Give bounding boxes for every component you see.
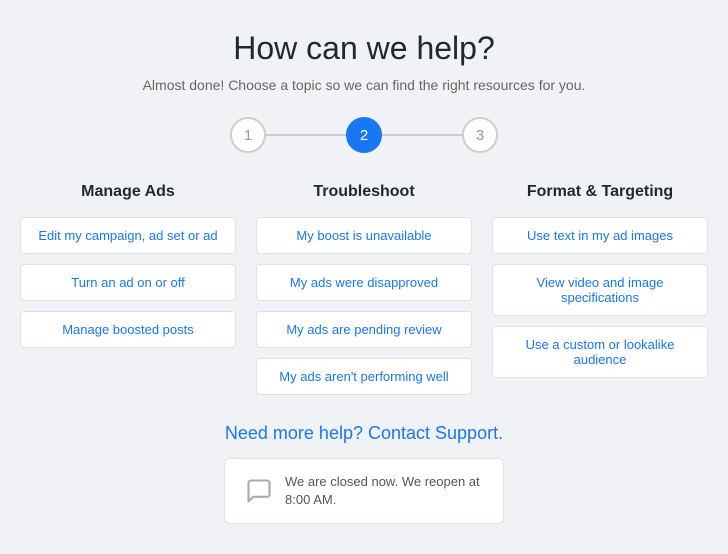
page-subtitle: Almost done! Choose a topic so we can fi… bbox=[143, 77, 586, 93]
topic-manage-boosted[interactable]: Manage boosted posts bbox=[20, 311, 236, 348]
step-3[interactable]: 3 bbox=[462, 117, 498, 153]
topic-custom-audience[interactable]: Use a custom or lookalike audience bbox=[492, 326, 708, 378]
column-troubleshoot: Troubleshoot My boost is unavailable My … bbox=[256, 183, 472, 395]
contact-support-link[interactable]: Contact Support. bbox=[368, 423, 503, 443]
column-format-targeting: Format & Targeting Use text in my ad ima… bbox=[492, 183, 708, 395]
column-manage-ads: Manage Ads Edit my campaign, ad set or a… bbox=[20, 183, 236, 395]
support-status-box: We are closed now. We reopen at 8:00 AM. bbox=[224, 458, 504, 524]
topic-turn-ad-on-off[interactable]: Turn an ad on or off bbox=[20, 264, 236, 301]
column-title-troubleshoot: Troubleshoot bbox=[313, 183, 414, 201]
step-2[interactable]: 2 bbox=[346, 117, 382, 153]
topic-edit-campaign[interactable]: Edit my campaign, ad set or ad bbox=[20, 217, 236, 254]
step-line-2 bbox=[382, 134, 462, 136]
topic-ads-pending[interactable]: My ads are pending review bbox=[256, 311, 472, 348]
topic-ads-not-performing[interactable]: My ads aren't performing well bbox=[256, 358, 472, 395]
topic-text-in-images[interactable]: Use text in my ad images bbox=[492, 217, 708, 254]
support-section: Need more help? Contact Support. We are … bbox=[20, 423, 708, 524]
topic-boost-unavailable[interactable]: My boost is unavailable bbox=[256, 217, 472, 254]
topic-video-specs[interactable]: View video and image specifications bbox=[492, 264, 708, 316]
topic-ads-disapproved[interactable]: My ads were disapproved bbox=[256, 264, 472, 301]
topic-columns: Manage Ads Edit my campaign, ad set or a… bbox=[20, 183, 708, 395]
step-line-1 bbox=[266, 134, 346, 136]
support-title: Need more help? Contact Support. bbox=[225, 423, 503, 444]
column-title-format: Format & Targeting bbox=[527, 183, 673, 201]
support-closed-message: We are closed now. We reopen at 8:00 AM. bbox=[285, 473, 483, 509]
column-title-manage-ads: Manage Ads bbox=[81, 183, 175, 201]
support-title-text: Need more help? bbox=[225, 423, 363, 443]
step-1[interactable]: 1 bbox=[230, 117, 266, 153]
chat-icon bbox=[245, 477, 273, 505]
page-title: How can we help? bbox=[233, 30, 494, 67]
steps-indicator: 1 2 3 bbox=[230, 117, 498, 153]
